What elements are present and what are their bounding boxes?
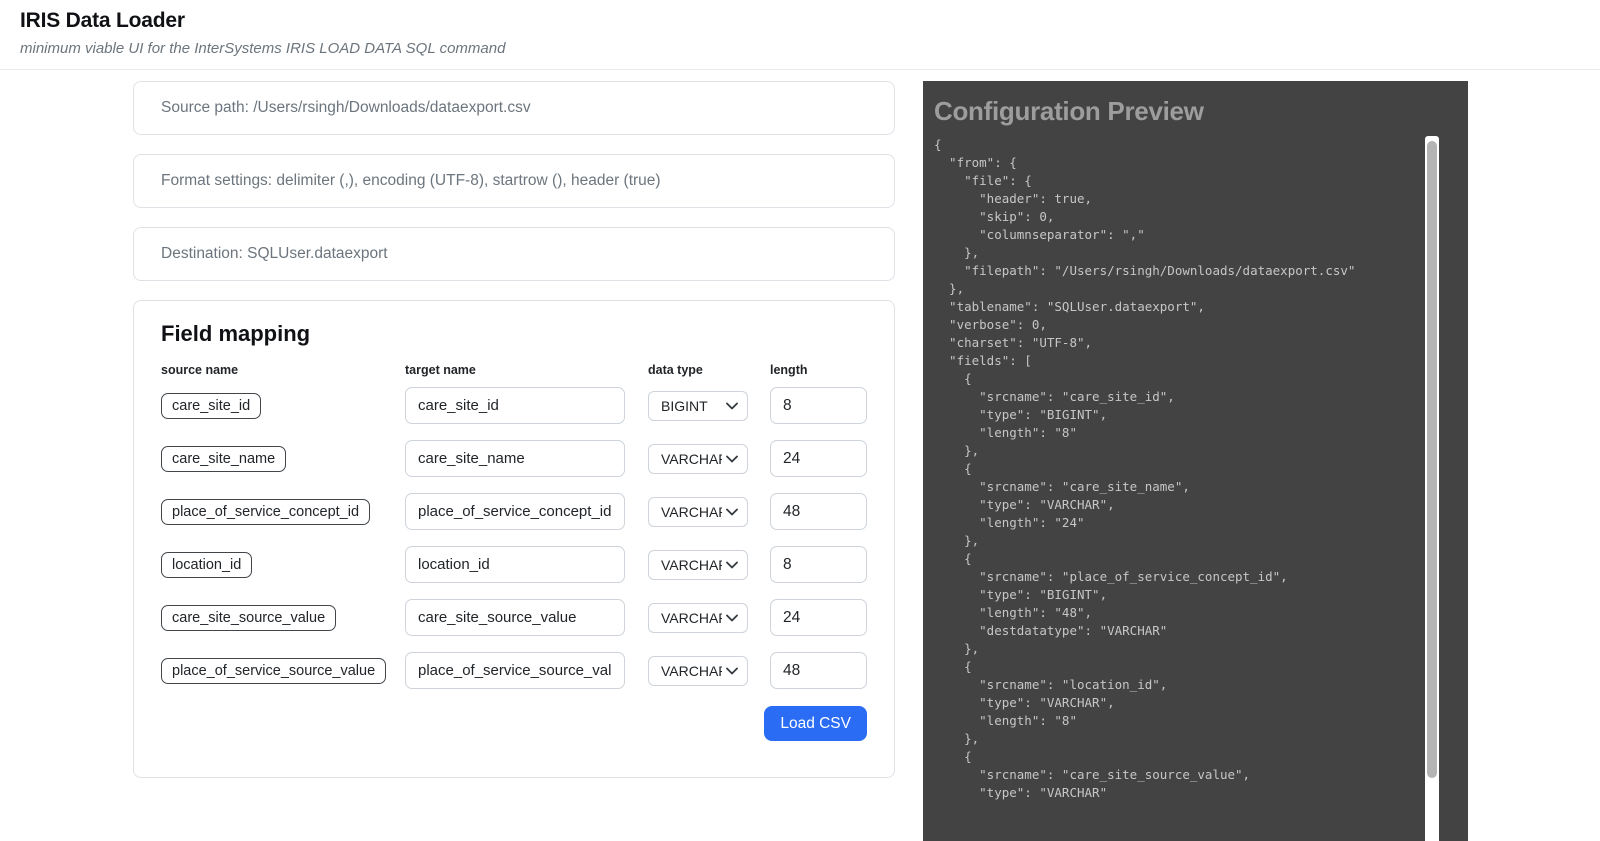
field-mapping-row: place_of_service_source_value VARCHAR (161, 652, 867, 689)
column-header-length: length (770, 363, 808, 377)
data-type-select[interactable]: VARCHAR (648, 602, 748, 633)
data-type-select[interactable]: BIGINT (648, 390, 748, 421)
target-name-input[interactable] (405, 493, 625, 530)
data-type-value: VARCHAR (661, 503, 722, 520)
source-path-card[interactable]: Source path: /Users/rsingh/Downloads/dat… (133, 81, 895, 135)
target-name-input[interactable] (405, 387, 625, 424)
destination-text: Destination: SQLUser.dataexport (161, 245, 388, 262)
loader-form: Source path: /Users/rsingh/Downloads/dat… (133, 81, 895, 778)
target-name-input[interactable] (405, 652, 625, 689)
data-type-select[interactable]: VARCHAR (648, 549, 748, 580)
chevron-down-icon (726, 508, 738, 515)
target-name-input[interactable] (405, 440, 625, 477)
page-subtitle: minimum viable UI for the InterSystems I… (20, 40, 506, 57)
length-input[interactable] (770, 546, 867, 583)
preview-scrollbar-track[interactable] (1425, 136, 1439, 841)
data-type-select[interactable]: VARCHAR (648, 443, 748, 474)
column-header-target-name: target name (405, 363, 476, 377)
field-mapping-title: Field mapping (161, 321, 311, 346)
source-field-chip[interactable]: place_of_service_source_value (161, 657, 387, 684)
field-mapping-row: care_site_name VARCHAR (161, 440, 867, 477)
chevron-down-icon (726, 455, 738, 462)
format-settings-card[interactable]: Format settings: delimiter (,), encoding… (133, 154, 895, 208)
chevron-down-icon (726, 561, 738, 568)
preview-scrollbar-thumb[interactable] (1427, 141, 1437, 778)
data-type-value: BIGINT (661, 397, 708, 414)
data-type-select[interactable]: VARCHAR (648, 655, 748, 686)
field-mapping-row: care_site_source_value VARCHAR (161, 599, 867, 636)
data-type-value: VARCHAR (661, 609, 722, 626)
field-mapping-card: Field mapping source name target name da… (133, 300, 895, 778)
source-field-chip[interactable]: location_id (161, 551, 253, 578)
field-mapping-column-headers: source name target name data type length (161, 363, 867, 377)
format-settings-text: Format settings: delimiter (,), encoding… (161, 172, 661, 189)
data-type-value: VARCHAR (661, 556, 722, 573)
main-layout: Source path: /Users/rsingh/Downloads/dat… (133, 81, 1468, 841)
column-header-source-name: source name (161, 363, 239, 377)
field-mapping-row: location_id VARCHAR (161, 546, 867, 583)
column-header-data-type: data type (648, 363, 703, 377)
data-type-value: VARCHAR (661, 450, 722, 467)
target-name-input[interactable] (405, 546, 625, 583)
header-divider (0, 69, 1600, 70)
source-path-text: Source path: /Users/rsingh/Downloads/dat… (161, 99, 531, 116)
length-input[interactable] (770, 493, 867, 530)
page-title: IRIS Data Loader (20, 9, 185, 32)
length-input[interactable] (770, 652, 867, 689)
configuration-preview-panel: Configuration Preview { "from": { "file"… (923, 81, 1468, 841)
length-input[interactable] (770, 599, 867, 636)
source-field-chip[interactable]: care_site_id (161, 392, 262, 419)
source-field-chip[interactable]: care_site_source_value (161, 604, 337, 631)
source-field-chip[interactable]: place_of_service_concept_id (161, 498, 371, 525)
chevron-down-icon (726, 667, 738, 674)
data-type-select[interactable]: VARCHAR (648, 496, 748, 527)
data-type-value: VARCHAR (661, 662, 722, 679)
field-mapping-row: place_of_service_concept_id VARCHAR (161, 493, 867, 530)
chevron-down-icon (726, 402, 738, 409)
app-header: IRIS Data Loader minimum viable UI for t… (0, 0, 1600, 58)
destination-card[interactable]: Destination: SQLUser.dataexport (133, 227, 895, 281)
configuration-preview-code: { "from": { "file": { "header": true, "s… (934, 137, 1356, 800)
target-name-input[interactable] (405, 599, 625, 636)
length-input[interactable] (770, 440, 867, 477)
source-field-chip[interactable]: care_site_name (161, 445, 287, 472)
chevron-down-icon (726, 614, 738, 621)
load-csv-button[interactable]: Load CSV (764, 706, 867, 741)
length-input[interactable] (770, 387, 867, 424)
configuration-preview-title: Configuration Preview (934, 96, 1204, 126)
load-button-row: Load CSV (161, 706, 867, 741)
field-mapping-row: care_site_id BIGINT (161, 387, 867, 424)
